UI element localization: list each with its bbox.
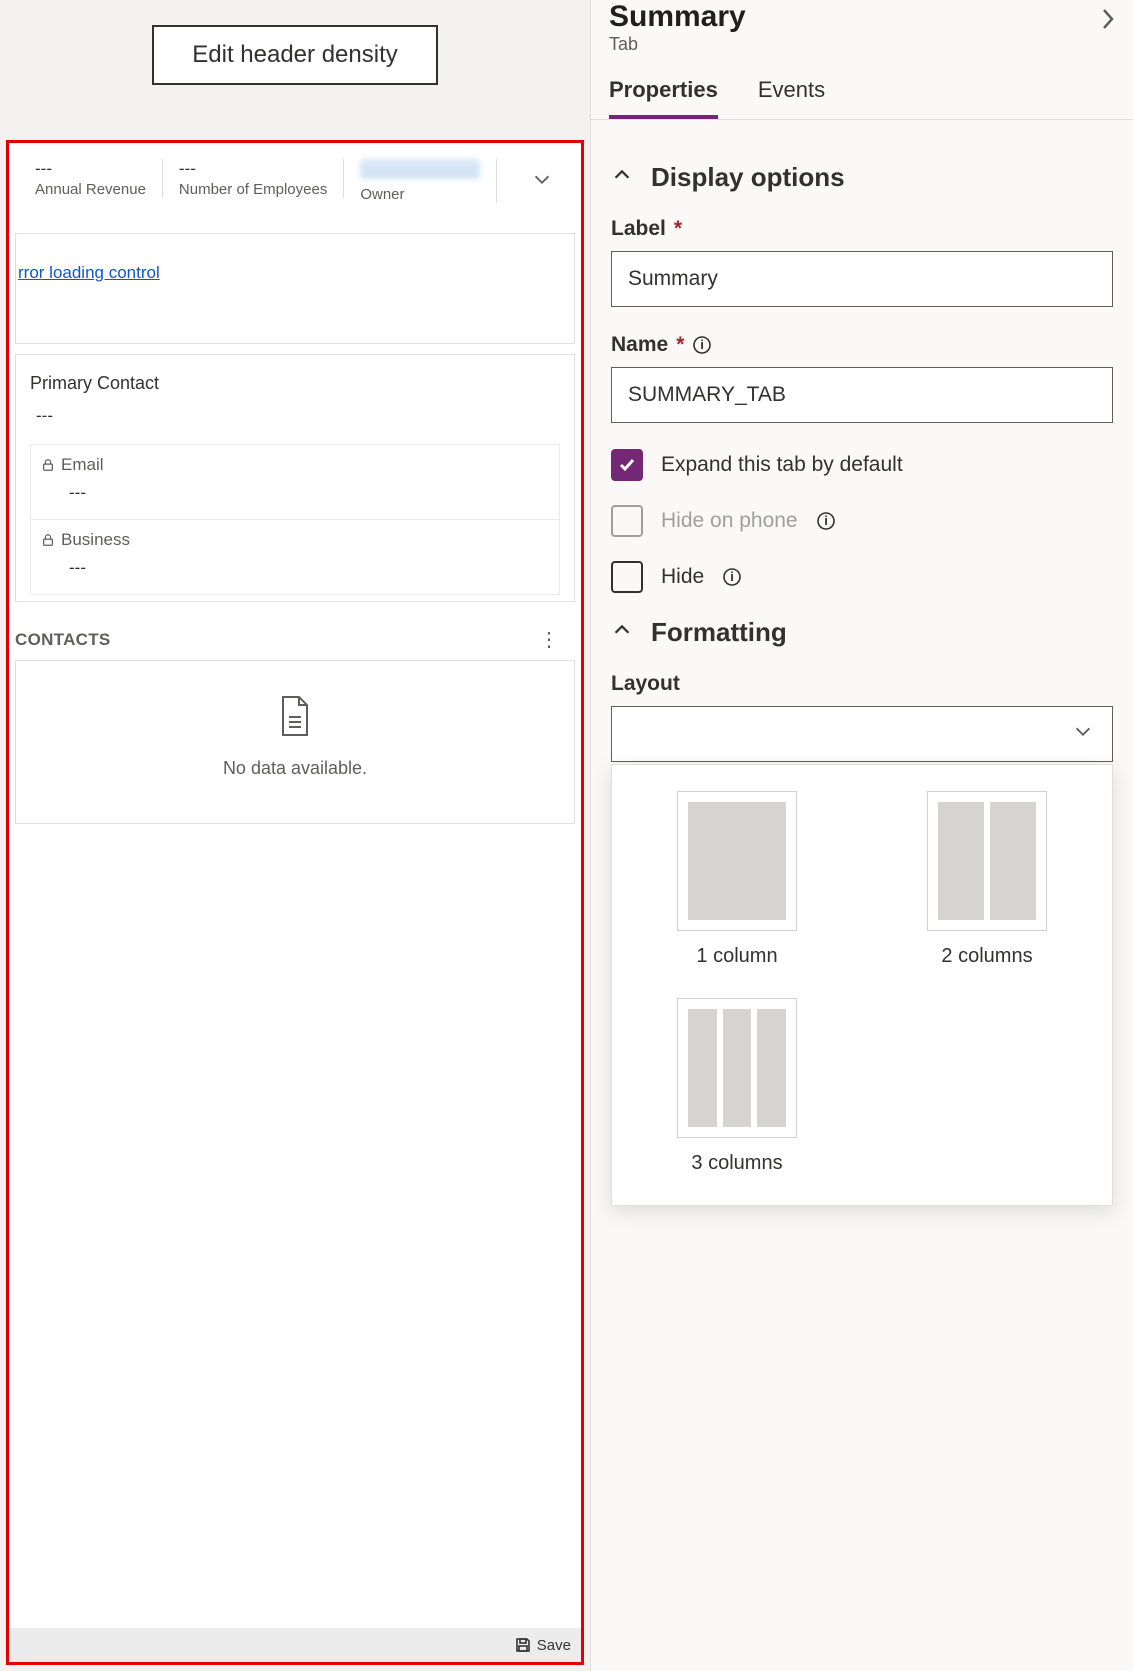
header-employees-value: --- (179, 159, 327, 179)
header-employees-label: Number of Employees (179, 181, 327, 198)
layout-option-1col[interactable]: 1 column (642, 791, 832, 968)
primary-contact-card: Primary Contact --- Email --- (15, 354, 575, 602)
hide-phone-checkbox (611, 505, 643, 537)
chevron-up-icon[interactable] (611, 619, 633, 646)
business-value: --- (41, 550, 549, 588)
save-bar: Save (9, 1628, 581, 1662)
header-owner-label: Owner (360, 186, 480, 203)
info-icon[interactable]: i (722, 567, 742, 587)
svg-text:i: i (730, 569, 734, 584)
hide-checkbox[interactable] (611, 561, 643, 593)
layout-option-2col[interactable]: 2 columns (892, 791, 1082, 968)
layout-1col-label: 1 column (642, 945, 832, 968)
layout-select[interactable] (611, 706, 1113, 762)
document-icon (277, 695, 313, 737)
svg-text:i: i (824, 513, 828, 528)
contacts-section-title: CONTACTS (15, 630, 111, 650)
panel-type: Tab (609, 34, 746, 55)
chevron-up-icon[interactable] (611, 164, 633, 191)
header-revenue-value: --- (35, 159, 146, 179)
expand-default-checkbox[interactable] (611, 449, 643, 481)
tab-properties[interactable]: Properties (609, 77, 718, 119)
edit-header-density-button[interactable]: Edit header density (152, 25, 437, 85)
label-field-label: Label (611, 217, 666, 241)
info-icon[interactable]: i (692, 335, 712, 355)
save-icon (515, 1637, 531, 1653)
hide-label: Hide (661, 565, 704, 589)
panel-title: Summary (609, 0, 746, 34)
email-value: --- (41, 475, 549, 513)
error-card: rror loading control (15, 233, 575, 344)
layout-dropdown: 1 column 2 columns 3 columns (611, 764, 1113, 1206)
tab-events[interactable]: Events (758, 77, 825, 119)
info-icon[interactable]: i (816, 511, 836, 531)
required-indicator: * (676, 333, 684, 357)
save-button[interactable]: Save (537, 1637, 571, 1654)
contacts-more-button[interactable]: ⋮ (531, 632, 567, 648)
panel-collapse-button[interactable] (1099, 6, 1117, 37)
primary-contact-label: Primary Contact (30, 373, 560, 394)
header-field-revenue[interactable]: --- Annual Revenue (19, 159, 163, 198)
header-revenue-label: Annual Revenue (35, 181, 146, 198)
lock-icon (41, 533, 55, 547)
header-owner-value (360, 159, 480, 179)
label-input[interactable] (611, 251, 1113, 307)
name-input[interactable] (611, 367, 1113, 423)
svg-text:i: i (701, 337, 705, 352)
layout-label: Layout (611, 672, 680, 696)
empty-text: No data available. (16, 758, 574, 779)
formatting-heading: Formatting (651, 617, 787, 648)
name-field-label: Name (611, 333, 668, 357)
layout-2col-label: 2 columns (892, 945, 1082, 968)
layout-option-3col[interactable]: 3 columns (642, 998, 832, 1175)
lock-icon (41, 458, 55, 472)
record-header: --- Annual Revenue --- Number of Employe… (9, 143, 581, 213)
primary-contact-value[interactable]: --- (30, 404, 560, 440)
business-label: Business (61, 530, 130, 550)
contacts-empty-state: No data available. (15, 660, 575, 824)
hide-phone-label: Hide on phone (661, 509, 798, 533)
layout-3col-label: 3 columns (642, 1152, 832, 1175)
required-indicator: * (674, 217, 682, 241)
display-options-heading: Display options (651, 162, 845, 193)
expand-default-label: Expand this tab by default (661, 453, 903, 477)
email-label: Email (61, 455, 104, 475)
form-canvas: --- Annual Revenue --- Number of Employe… (6, 140, 584, 1665)
chevron-down-icon (1072, 721, 1094, 748)
header-field-employees[interactable]: --- Number of Employees (163, 159, 344, 198)
business-field-row[interactable]: Business --- (31, 520, 559, 594)
email-field-row[interactable]: Email --- (31, 445, 559, 520)
header-field-owner[interactable]: Owner (344, 159, 497, 203)
header-expand-toggle[interactable] (531, 169, 553, 196)
error-loading-link[interactable]: rror loading control (16, 263, 160, 282)
